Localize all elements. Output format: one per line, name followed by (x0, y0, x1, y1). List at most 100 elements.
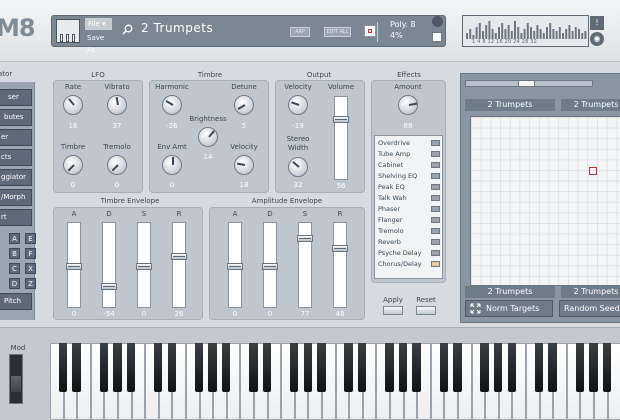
timbre-brightness-knob[interactable] (198, 127, 218, 147)
black-key[interactable] (99, 343, 109, 392)
black-key[interactable] (494, 343, 503, 392)
output-stereo-knob[interactable] (288, 157, 308, 177)
timbre-env-a-slider[interactable] (66, 222, 82, 308)
lfo-rate-knob[interactable] (63, 95, 83, 115)
timbre-env-s-slider[interactable] (136, 222, 152, 308)
output-volume-slider[interactable] (333, 96, 349, 180)
keyboard-view-icon[interactable] (56, 19, 80, 43)
black-key[interactable] (208, 343, 217, 392)
fx-toggle[interactable] (431, 151, 440, 157)
preset-name[interactable]: 2 Trumpets (141, 21, 213, 35)
morph-xy-grid[interactable] (470, 116, 620, 286)
black-key[interactable] (72, 343, 81, 392)
letter-b[interactable]: B (9, 248, 20, 259)
timbre-harmonic-knob[interactable] (162, 95, 182, 115)
fx-item-talk-wah[interactable]: Talk Wah (378, 194, 440, 203)
mod-wheel[interactable] (9, 354, 23, 404)
fx-item-phaser[interactable]: Phaser (378, 205, 440, 214)
save-as-button[interactable]: Save As (85, 32, 112, 54)
morph-scroll-thumb[interactable] (518, 80, 535, 87)
black-key[interactable] (262, 343, 272, 392)
black-key[interactable] (480, 343, 489, 392)
black-key[interactable] (58, 343, 68, 392)
black-key[interactable] (453, 343, 462, 392)
norm-targets-button[interactable]: Norm Targets (465, 300, 553, 317)
fx-item-chorus-delay[interactable]: Chorus/Delay (378, 260, 440, 269)
mod-wheel-grip[interactable] (11, 376, 21, 392)
left-button-attributes[interactable]: butes (0, 109, 32, 126)
black-key[interactable] (249, 343, 258, 392)
fx-item-tremolo[interactable]: Tremolo (378, 227, 440, 236)
black-key[interactable] (167, 343, 177, 392)
fx-toggle[interactable] (431, 195, 440, 201)
help-button[interactable]: ! (590, 16, 604, 30)
fx-toggle[interactable] (431, 173, 440, 179)
random-seed-button[interactable]: Random Seed (559, 300, 620, 317)
slider-thumb[interactable] (101, 283, 117, 290)
fx-item-shelving-eq[interactable]: Shelving EQ (378, 172, 440, 181)
black-key[interactable] (548, 343, 557, 392)
letter-c[interactable]: C (9, 263, 20, 274)
black-key[interactable] (398, 343, 408, 392)
info-icon[interactable]: ◉ (590, 32, 604, 46)
fx-toggle[interactable] (431, 250, 440, 256)
fx-toggle[interactable] (431, 184, 440, 190)
black-key[interactable] (385, 343, 394, 392)
black-key[interactable] (222, 343, 231, 392)
left-button-effects[interactable]: cts (0, 149, 32, 166)
timbre-detune-knob[interactable] (234, 95, 254, 115)
edit-all-button[interactable]: EDIT ALL (324, 27, 351, 37)
fx-item-psyche-delay[interactable]: Psyche Delay (378, 249, 440, 258)
fx-toggle[interactable] (431, 206, 440, 212)
black-key[interactable] (344, 343, 353, 392)
black-key[interactable] (126, 343, 136, 392)
fx-item-cabinet[interactable]: Cabinet (378, 161, 440, 170)
search-icon[interactable] (122, 24, 133, 35)
fx-toggle[interactable] (431, 140, 440, 146)
window-toggle-icon[interactable] (432, 32, 442, 42)
fx-toggle[interactable] (431, 217, 440, 223)
timbre-velocity-knob[interactable] (234, 155, 254, 175)
lfo-timbre-knob[interactable] (63, 155, 83, 175)
left-button-filter[interactable]: er (0, 129, 32, 146)
slider-thumb[interactable] (297, 235, 313, 242)
black-key[interactable] (317, 343, 326, 392)
timbre-env-r-slider[interactable] (171, 222, 187, 308)
letter-z[interactable]: Z (25, 278, 36, 289)
black-key[interactable] (303, 343, 313, 392)
lfo-tremolo-knob[interactable] (107, 155, 127, 175)
slider-thumb[interactable] (66, 263, 82, 270)
fx-item-overdrive[interactable]: Overdrive (378, 139, 440, 148)
amp-env-s-slider[interactable] (297, 222, 313, 308)
black-key[interactable] (507, 343, 517, 392)
slider-thumb[interactable] (332, 245, 348, 252)
fx-toggle[interactable] (431, 162, 440, 168)
black-key[interactable] (358, 343, 367, 392)
slider-thumb[interactable] (227, 263, 243, 270)
output-velocity-knob[interactable] (288, 95, 308, 115)
black-key[interactable] (154, 343, 163, 392)
black-key[interactable] (113, 343, 122, 392)
letter-f[interactable]: F (25, 248, 36, 259)
black-key[interactable] (575, 343, 585, 392)
timbre-env-amt-knob[interactable] (162, 155, 182, 175)
output-volume-thumb[interactable] (333, 116, 349, 123)
pitch-button[interactable]: Pitch (0, 293, 32, 310)
left-button-browser[interactable]: ser (0, 89, 32, 106)
arp-button[interactable]: ARP (290, 27, 310, 37)
slider-thumb[interactable] (262, 263, 278, 270)
letter-a[interactable]: A (9, 233, 20, 244)
amp-env-d-slider[interactable] (262, 222, 278, 308)
left-button-morph[interactable]: /Morph (0, 189, 32, 206)
timbre-env-d-slider[interactable] (101, 222, 117, 308)
left-button-arpeggiator[interactable]: ggiator (0, 169, 32, 186)
amp-env-r-slider[interactable] (332, 222, 348, 308)
record-icon[interactable] (364, 25, 376, 37)
fx-item-tube-amp[interactable]: Tube Amp (378, 150, 440, 159)
morph-target-marker[interactable] (589, 167, 597, 175)
piano-keyboard[interactable] (50, 343, 620, 420)
letter-e[interactable]: E (25, 233, 36, 244)
amp-env-a-slider[interactable] (227, 222, 243, 308)
slider-thumb[interactable] (171, 253, 187, 260)
black-key[interactable] (439, 343, 449, 392)
